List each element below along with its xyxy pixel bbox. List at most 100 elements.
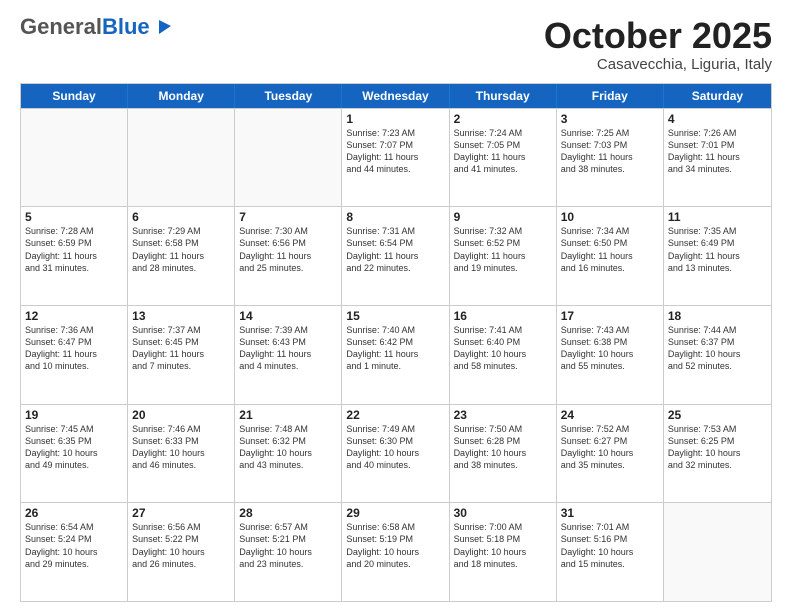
day-number: 8 bbox=[346, 210, 444, 224]
cell-info: Sunrise: 7:39 AM Sunset: 6:43 PM Dayligh… bbox=[239, 324, 337, 373]
header-day-saturday: Saturday bbox=[664, 84, 771, 108]
cal-cell: 30Sunrise: 7:00 AM Sunset: 5:18 PM Dayli… bbox=[450, 503, 557, 601]
cal-cell bbox=[21, 109, 128, 207]
cell-info: Sunrise: 7:50 AM Sunset: 6:28 PM Dayligh… bbox=[454, 423, 552, 472]
cal-cell: 11Sunrise: 7:35 AM Sunset: 6:49 PM Dayli… bbox=[664, 207, 771, 305]
header-day-wednesday: Wednesday bbox=[342, 84, 449, 108]
day-number: 9 bbox=[454, 210, 552, 224]
day-number: 27 bbox=[132, 506, 230, 520]
day-number: 12 bbox=[25, 309, 123, 323]
header-day-thursday: Thursday bbox=[450, 84, 557, 108]
month-title: October 2025 bbox=[544, 16, 772, 56]
cell-info: Sunrise: 7:49 AM Sunset: 6:30 PM Dayligh… bbox=[346, 423, 444, 472]
cal-cell: 10Sunrise: 7:34 AM Sunset: 6:50 PM Dayli… bbox=[557, 207, 664, 305]
cal-cell: 31Sunrise: 7:01 AM Sunset: 5:16 PM Dayli… bbox=[557, 503, 664, 601]
logo-icon bbox=[153, 16, 175, 38]
day-number: 26 bbox=[25, 506, 123, 520]
cal-cell: 12Sunrise: 7:36 AM Sunset: 6:47 PM Dayli… bbox=[21, 306, 128, 404]
cal-cell: 2Sunrise: 7:24 AM Sunset: 7:05 PM Daylig… bbox=[450, 109, 557, 207]
cal-row-3: 19Sunrise: 7:45 AM Sunset: 6:35 PM Dayli… bbox=[21, 404, 771, 503]
cal-row-2: 12Sunrise: 7:36 AM Sunset: 6:47 PM Dayli… bbox=[21, 305, 771, 404]
cal-cell bbox=[128, 109, 235, 207]
cal-cell: 24Sunrise: 7:52 AM Sunset: 6:27 PM Dayli… bbox=[557, 405, 664, 503]
cal-row-0: 1Sunrise: 7:23 AM Sunset: 7:07 PM Daylig… bbox=[21, 108, 771, 207]
cal-cell: 19Sunrise: 7:45 AM Sunset: 6:35 PM Dayli… bbox=[21, 405, 128, 503]
cal-cell: 3Sunrise: 7:25 AM Sunset: 7:03 PM Daylig… bbox=[557, 109, 664, 207]
day-number: 7 bbox=[239, 210, 337, 224]
header-day-monday: Monday bbox=[128, 84, 235, 108]
cal-cell bbox=[235, 109, 342, 207]
cell-info: Sunrise: 7:01 AM Sunset: 5:16 PM Dayligh… bbox=[561, 521, 659, 570]
day-number: 13 bbox=[132, 309, 230, 323]
logo: GeneralBlue bbox=[20, 16, 175, 38]
cal-cell: 7Sunrise: 7:30 AM Sunset: 6:56 PM Daylig… bbox=[235, 207, 342, 305]
day-number: 14 bbox=[239, 309, 337, 323]
cal-row-4: 26Sunrise: 6:54 AM Sunset: 5:24 PM Dayli… bbox=[21, 502, 771, 601]
cal-cell: 17Sunrise: 7:43 AM Sunset: 6:38 PM Dayli… bbox=[557, 306, 664, 404]
cell-info: Sunrise: 7:24 AM Sunset: 7:05 PM Dayligh… bbox=[454, 127, 552, 176]
cell-info: Sunrise: 7:35 AM Sunset: 6:49 PM Dayligh… bbox=[668, 225, 767, 274]
cell-info: Sunrise: 7:44 AM Sunset: 6:37 PM Dayligh… bbox=[668, 324, 767, 373]
cell-info: Sunrise: 7:31 AM Sunset: 6:54 PM Dayligh… bbox=[346, 225, 444, 274]
day-number: 23 bbox=[454, 408, 552, 422]
cell-info: Sunrise: 7:25 AM Sunset: 7:03 PM Dayligh… bbox=[561, 127, 659, 176]
cal-cell: 15Sunrise: 7:40 AM Sunset: 6:42 PM Dayli… bbox=[342, 306, 449, 404]
cell-info: Sunrise: 6:54 AM Sunset: 5:24 PM Dayligh… bbox=[25, 521, 123, 570]
cell-info: Sunrise: 7:32 AM Sunset: 6:52 PM Dayligh… bbox=[454, 225, 552, 274]
calendar-body: 1Sunrise: 7:23 AM Sunset: 7:07 PM Daylig… bbox=[21, 108, 771, 601]
day-number: 18 bbox=[668, 309, 767, 323]
cell-info: Sunrise: 7:28 AM Sunset: 6:59 PM Dayligh… bbox=[25, 225, 123, 274]
day-number: 28 bbox=[239, 506, 337, 520]
cell-info: Sunrise: 7:46 AM Sunset: 6:33 PM Dayligh… bbox=[132, 423, 230, 472]
cal-cell: 4Sunrise: 7:26 AM Sunset: 7:01 PM Daylig… bbox=[664, 109, 771, 207]
cell-info: Sunrise: 7:00 AM Sunset: 5:18 PM Dayligh… bbox=[454, 521, 552, 570]
cell-info: Sunrise: 7:37 AM Sunset: 6:45 PM Dayligh… bbox=[132, 324, 230, 373]
day-number: 11 bbox=[668, 210, 767, 224]
cell-info: Sunrise: 7:45 AM Sunset: 6:35 PM Dayligh… bbox=[25, 423, 123, 472]
cell-info: Sunrise: 7:52 AM Sunset: 6:27 PM Dayligh… bbox=[561, 423, 659, 472]
cell-info: Sunrise: 7:29 AM Sunset: 6:58 PM Dayligh… bbox=[132, 225, 230, 274]
cal-cell: 13Sunrise: 7:37 AM Sunset: 6:45 PM Dayli… bbox=[128, 306, 235, 404]
cal-cell: 25Sunrise: 7:53 AM Sunset: 6:25 PM Dayli… bbox=[664, 405, 771, 503]
cell-info: Sunrise: 7:43 AM Sunset: 6:38 PM Dayligh… bbox=[561, 324, 659, 373]
cal-cell: 5Sunrise: 7:28 AM Sunset: 6:59 PM Daylig… bbox=[21, 207, 128, 305]
cal-cell: 1Sunrise: 7:23 AM Sunset: 7:07 PM Daylig… bbox=[342, 109, 449, 207]
day-number: 31 bbox=[561, 506, 659, 520]
day-number: 30 bbox=[454, 506, 552, 520]
page: GeneralBlue October 2025 Casavecchia, Li… bbox=[0, 0, 792, 612]
cal-cell: 26Sunrise: 6:54 AM Sunset: 5:24 PM Dayli… bbox=[21, 503, 128, 601]
cal-cell: 21Sunrise: 7:48 AM Sunset: 6:32 PM Dayli… bbox=[235, 405, 342, 503]
cal-cell: 8Sunrise: 7:31 AM Sunset: 6:54 PM Daylig… bbox=[342, 207, 449, 305]
cal-cell: 16Sunrise: 7:41 AM Sunset: 6:40 PM Dayli… bbox=[450, 306, 557, 404]
header-day-tuesday: Tuesday bbox=[235, 84, 342, 108]
cal-cell: 9Sunrise: 7:32 AM Sunset: 6:52 PM Daylig… bbox=[450, 207, 557, 305]
cal-cell: 20Sunrise: 7:46 AM Sunset: 6:33 PM Dayli… bbox=[128, 405, 235, 503]
cal-cell: 29Sunrise: 6:58 AM Sunset: 5:19 PM Dayli… bbox=[342, 503, 449, 601]
cal-cell: 27Sunrise: 6:56 AM Sunset: 5:22 PM Dayli… bbox=[128, 503, 235, 601]
cell-info: Sunrise: 7:36 AM Sunset: 6:47 PM Dayligh… bbox=[25, 324, 123, 373]
cell-info: Sunrise: 6:57 AM Sunset: 5:21 PM Dayligh… bbox=[239, 521, 337, 570]
cell-info: Sunrise: 7:40 AM Sunset: 6:42 PM Dayligh… bbox=[346, 324, 444, 373]
cal-cell: 28Sunrise: 6:57 AM Sunset: 5:21 PM Dayli… bbox=[235, 503, 342, 601]
cell-info: Sunrise: 7:48 AM Sunset: 6:32 PM Dayligh… bbox=[239, 423, 337, 472]
day-number: 6 bbox=[132, 210, 230, 224]
calendar-header: SundayMondayTuesdayWednesdayThursdayFrid… bbox=[21, 84, 771, 108]
day-number: 20 bbox=[132, 408, 230, 422]
day-number: 10 bbox=[561, 210, 659, 224]
cell-info: Sunrise: 6:56 AM Sunset: 5:22 PM Dayligh… bbox=[132, 521, 230, 570]
day-number: 1 bbox=[346, 112, 444, 126]
day-number: 24 bbox=[561, 408, 659, 422]
calendar: SundayMondayTuesdayWednesdayThursdayFrid… bbox=[20, 83, 772, 602]
day-number: 3 bbox=[561, 112, 659, 126]
location: Casavecchia, Liguria, Italy bbox=[544, 56, 772, 73]
day-number: 4 bbox=[668, 112, 767, 126]
day-number: 25 bbox=[668, 408, 767, 422]
cell-info: Sunrise: 6:58 AM Sunset: 5:19 PM Dayligh… bbox=[346, 521, 444, 570]
header-day-sunday: Sunday bbox=[21, 84, 128, 108]
cell-info: Sunrise: 7:53 AM Sunset: 6:25 PM Dayligh… bbox=[668, 423, 767, 472]
cal-cell: 14Sunrise: 7:39 AM Sunset: 6:43 PM Dayli… bbox=[235, 306, 342, 404]
day-number: 16 bbox=[454, 309, 552, 323]
header: GeneralBlue October 2025 Casavecchia, Li… bbox=[20, 16, 772, 73]
cell-info: Sunrise: 7:26 AM Sunset: 7:01 PM Dayligh… bbox=[668, 127, 767, 176]
day-number: 29 bbox=[346, 506, 444, 520]
